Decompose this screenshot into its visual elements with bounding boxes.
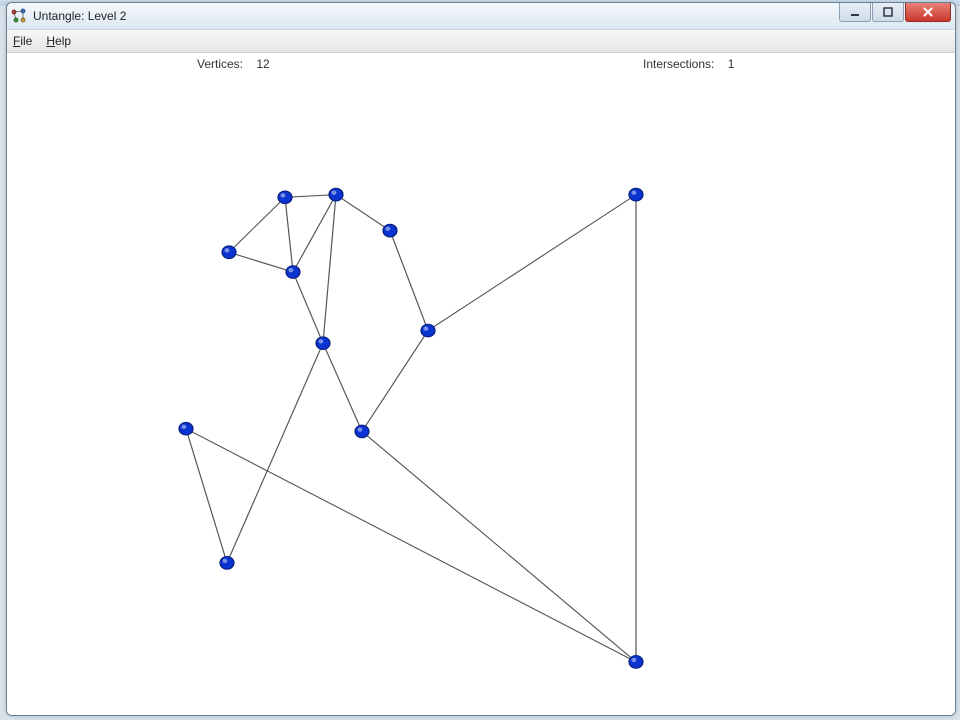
vertex[interactable] bbox=[421, 324, 435, 337]
vertices-label: Vertices: bbox=[197, 57, 243, 71]
maximize-icon bbox=[883, 7, 893, 17]
menu-file[interactable]: File bbox=[13, 34, 32, 48]
close-icon bbox=[922, 7, 934, 17]
edge bbox=[323, 195, 336, 344]
close-button[interactable] bbox=[905, 3, 951, 22]
vertex[interactable] bbox=[179, 422, 193, 435]
edge bbox=[362, 431, 636, 661]
edge bbox=[428, 195, 636, 331]
app-window: Untangle: Level 2 File Help bbox=[6, 2, 956, 716]
edge bbox=[293, 272, 323, 343]
vertex[interactable] bbox=[286, 266, 300, 279]
edge bbox=[229, 252, 293, 272]
edge bbox=[285, 197, 293, 272]
window-title: Untangle: Level 2 bbox=[33, 9, 126, 23]
info-bar: Vertices: 12 Intersections: 1 bbox=[7, 53, 955, 76]
edge bbox=[323, 343, 362, 431]
vertex[interactable] bbox=[355, 425, 369, 438]
edge bbox=[362, 331, 428, 432]
menu-help[interactable]: Help bbox=[46, 34, 71, 48]
intersections-label: Intersections: bbox=[643, 57, 714, 71]
maximize-button[interactable] bbox=[872, 3, 904, 22]
vertex[interactable] bbox=[222, 246, 236, 259]
menubar: File Help bbox=[7, 30, 955, 53]
window-buttons bbox=[839, 3, 951, 22]
minimize-icon bbox=[850, 7, 860, 17]
vertex[interactable] bbox=[629, 188, 643, 201]
vertex[interactable] bbox=[383, 224, 397, 237]
vertex[interactable] bbox=[329, 188, 343, 201]
titlebar[interactable]: Untangle: Level 2 bbox=[7, 3, 955, 30]
edge bbox=[390, 231, 428, 331]
graph-canvas[interactable] bbox=[7, 74, 955, 715]
edge bbox=[227, 343, 323, 563]
vertices-value: 12 bbox=[256, 57, 269, 71]
intersections-value: 1 bbox=[728, 57, 735, 71]
edge bbox=[285, 195, 336, 198]
vertex[interactable] bbox=[278, 191, 292, 204]
edge bbox=[186, 429, 227, 563]
graph-svg bbox=[7, 74, 955, 715]
vertex[interactable] bbox=[629, 656, 643, 669]
edge bbox=[229, 197, 285, 252]
vertex[interactable] bbox=[316, 337, 330, 350]
minimize-button[interactable] bbox=[839, 3, 871, 22]
vertex[interactable] bbox=[220, 557, 234, 570]
edge bbox=[293, 195, 336, 272]
app-icon bbox=[11, 8, 27, 24]
edge bbox=[186, 429, 636, 662]
edge bbox=[336, 195, 390, 231]
